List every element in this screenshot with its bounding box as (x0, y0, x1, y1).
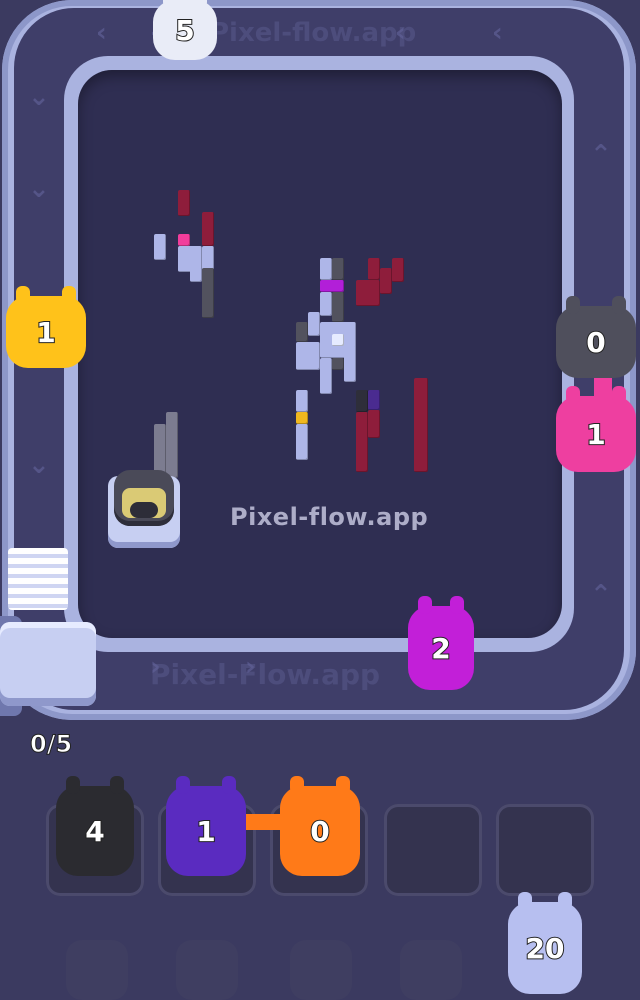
pixel-block (414, 378, 428, 472)
track-pig-white[interactable]: 5 (153, 0, 217, 60)
pixel-block (332, 358, 344, 370)
pixel-block (190, 268, 202, 282)
pixel-block (178, 190, 190, 216)
pig-count: 1 (195, 814, 217, 849)
watermark: Pixel-flow.app (230, 503, 429, 531)
pig-count: 1 (585, 417, 607, 452)
pixel-block (296, 322, 308, 342)
pixel-block (320, 358, 332, 394)
pixel-block (332, 258, 344, 280)
track-pig-gray[interactable]: 0 (556, 296, 636, 378)
pixel-block (368, 390, 380, 410)
chevron-up-icon: ⌃ (590, 580, 612, 610)
pixel-block (166, 412, 178, 478)
pig-count: 20 (525, 931, 566, 966)
pixel-block (154, 234, 166, 260)
game-stage: Pixel-flow.app Pixel-Flow.app ‹ ‹ ‹ ‹ ⌄ … (0, 0, 640, 1000)
pixel-block (202, 212, 214, 246)
chevron-up-icon: ⌃ (590, 140, 612, 170)
pig-count: 0 (585, 325, 607, 360)
pig-count: 4 (84, 814, 106, 849)
pixel-block (308, 312, 320, 336)
track-pig-yellow[interactable]: 1 (6, 286, 86, 368)
queue-counter: 0/5 (29, 730, 73, 759)
pig-count: 0 (309, 814, 331, 849)
queue-placeholder (66, 940, 128, 1000)
slot-pig-orange[interactable]: 0 (280, 776, 360, 876)
pixel-block (296, 424, 308, 460)
waiting-slot[interactable] (496, 804, 594, 896)
track-pig-magenta[interactable]: 2 (408, 596, 474, 690)
next-pig-lavender[interactable]: 20 (508, 892, 582, 994)
queue-placeholder (176, 940, 238, 1000)
slot-pig-black[interactable]: 4 (56, 776, 134, 876)
chevron-left-icon: ‹ (395, 18, 406, 48)
pixel-block (356, 280, 380, 306)
boss-pig-snout (130, 502, 158, 518)
pixel-block (202, 268, 214, 318)
chevron-right-icon: › (150, 652, 161, 682)
pixel-block (356, 390, 368, 412)
queue-placeholder (400, 940, 462, 1000)
chevron-down-icon: ⌄ (28, 450, 50, 480)
track-watermark-top: Pixel-flow.app (210, 18, 417, 48)
chevron-down-icon: ⌄ (28, 82, 50, 112)
slot-pig-purple[interactable]: 1 (166, 776, 246, 876)
pig-count: 1 (35, 315, 57, 350)
pixel-block (320, 280, 344, 292)
chevron-left-icon: ‹ (96, 18, 107, 48)
chevron-down-icon: ⌄ (28, 174, 50, 204)
track-pig-pink[interactable]: 1 (556, 386, 636, 472)
chevron-left-icon: ‹ (492, 18, 503, 48)
pixel-block (296, 342, 320, 370)
track-watermark-bottom: Pixel-Flow.app (150, 658, 381, 691)
pixel-block (344, 346, 356, 382)
pixel-block (380, 268, 392, 294)
pixel-block (296, 412, 308, 424)
pixel-block (296, 390, 308, 412)
pixel-block (368, 410, 380, 438)
pixel-block (178, 234, 190, 246)
chevron-right-icon: › (245, 652, 256, 682)
pig-count: 2 (430, 631, 452, 666)
pig-dispenser[interactable] (0, 622, 96, 706)
pixel-block (392, 258, 404, 282)
pixel-block (202, 246, 214, 270)
pixel-block (320, 258, 332, 280)
conveyor-stairs (8, 548, 68, 610)
queue-placeholder (290, 940, 352, 1000)
pixel-block (332, 292, 344, 322)
pixel-block (320, 292, 332, 316)
pig-count: 5 (174, 13, 196, 48)
waiting-slot[interactable] (384, 804, 482, 896)
pixel-block (368, 258, 380, 280)
pixel-block (332, 334, 344, 346)
pixel-block (356, 412, 368, 472)
